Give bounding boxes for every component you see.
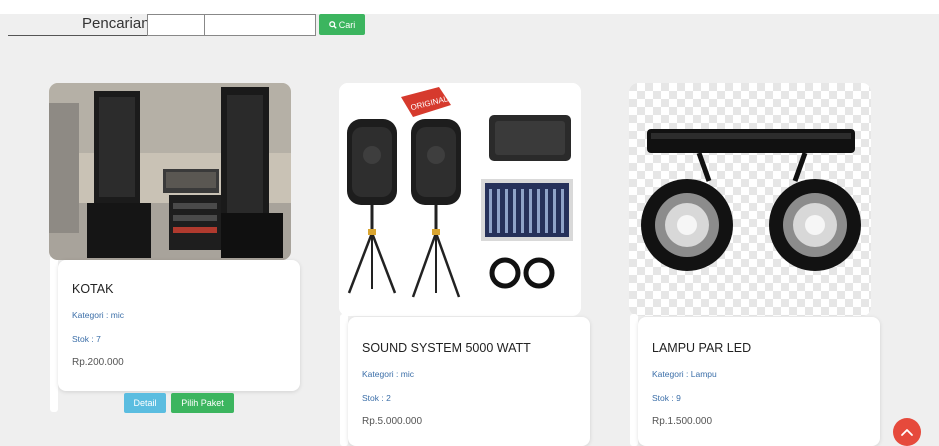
product-image-kotak[interactable] <box>49 83 291 260</box>
scroll-to-top-button[interactable] <box>893 418 921 446</box>
search-label: Pencarian: <box>82 15 154 32</box>
product-category: Kategori : Lampu <box>652 369 717 379</box>
search-button[interactable]: Cari <box>319 14 365 35</box>
top-bar <box>0 0 939 14</box>
search-underline <box>8 35 148 36</box>
card-frame-edge <box>50 256 58 412</box>
product-card-sound-system: SOUND SYSTEM 5000 WATT Kategori : mic St… <box>348 317 590 446</box>
product-stock: Stok : 2 <box>362 393 391 403</box>
search-form: Pencarian: <box>0 14 330 36</box>
search-icon <box>328 20 337 29</box>
search-input-secondary[interactable] <box>204 14 316 36</box>
product-image-lampu-par-led[interactable] <box>629 83 871 316</box>
product-title: KOTAK <box>72 282 114 296</box>
search-input[interactable] <box>147 14 205 36</box>
chevron-up-icon <box>901 429 913 436</box>
product-card-kotak: KOTAK Kategori : mic Stok : 7 Rp.200.000 <box>58 260 300 391</box>
product-price: Rp.1.500.000 <box>652 416 713 427</box>
product-price: Rp.5.000.000 <box>362 416 423 427</box>
product-image-sound-system[interactable]: ORIGINAL <box>339 83 581 316</box>
product-category: Kategori : mic <box>72 310 124 320</box>
product-stock: Stok : 7 <box>72 334 101 344</box>
detail-button[interactable]: Detail <box>124 393 166 413</box>
product-price: Rp.200.000 <box>72 357 124 368</box>
product-card-lampu-par-led: LAMPU PAR LED Kategori : Lampu Stok : 9 … <box>638 317 880 446</box>
pilih-paket-button[interactable]: Pilih Paket <box>171 393 234 413</box>
product-title: SOUND SYSTEM 5000 WATT <box>362 341 531 355</box>
search-button-label: Cari <box>338 19 356 30</box>
card-frame-edge <box>340 314 348 446</box>
card-frame-edge <box>630 314 638 446</box>
product-category: Kategori : mic <box>362 369 414 379</box>
product-title: LAMPU PAR LED <box>652 341 752 355</box>
product-stock: Stok : 9 <box>652 393 681 403</box>
